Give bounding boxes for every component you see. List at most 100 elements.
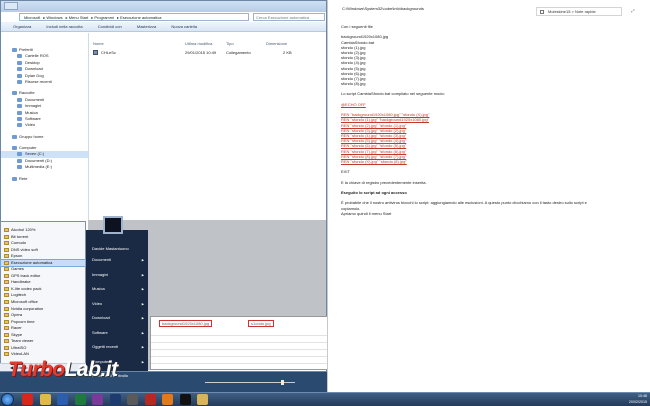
homegroup-icon: [12, 134, 17, 139]
address-bar[interactable]: Microsoft ▸ Windows ▸ Menu Start ▸ Programm…: [19, 13, 249, 21]
program-label: K-lite codec pack: [11, 285, 42, 291]
nav-label: Raccolte: [19, 90, 35, 96]
folder-icon: [4, 293, 9, 298]
user-name-link[interactable]: Davide Mastantuono: [86, 244, 148, 253]
address-segment[interactable]: Windows: [46, 15, 62, 20]
checkbox-icon: [540, 10, 544, 14]
share-button[interactable]: Condividi con: [98, 24, 122, 29]
organize-button[interactable]: Organizza: [13, 24, 31, 29]
nav-label: Seven (C:): [25, 151, 45, 157]
search-input[interactable]: Cerca Esecuzione automatica: [253, 13, 325, 21]
program-label: Bit torrent: [11, 233, 29, 239]
folder-icon: [17, 54, 22, 59]
program-label: Skype: [11, 331, 23, 337]
drive-icon: [17, 165, 22, 170]
folder-icon: [4, 339, 9, 344]
address-segment[interactable]: Microsoft: [24, 15, 40, 20]
clock-date: 20/02/2015: [629, 400, 647, 404]
file-row[interactable]: CHLeSc 29/01/2015 10:49 Collegamento 2 K…: [93, 50, 323, 56]
nav-label: Rete: [19, 175, 28, 181]
nav-label: Documenti (D:): [25, 157, 52, 163]
burn-button[interactable]: Masterizza: [137, 24, 156, 29]
expand-icon[interactable]: ⤢: [628, 7, 638, 16]
nav-label: Gruppo home: [19, 133, 44, 139]
zoom-knob[interactable]: [281, 380, 284, 385]
start-menu-link[interactable]: Immagini: [86, 268, 148, 283]
back-button[interactable]: [4, 2, 18, 10]
spreadsheet-cell[interactable]: s1ondo.jpg: [248, 320, 274, 327]
start-menu-link[interactable]: Musica: [86, 282, 148, 297]
nav-label: Preferiti: [19, 47, 33, 52]
program-label: Opera: [11, 312, 23, 318]
program-label: Racer: [11, 325, 22, 331]
onenote-icon[interactable]: [92, 394, 103, 405]
drive-icon: [17, 158, 22, 163]
nav-label: Desktop: [25, 59, 40, 65]
cmd-icon[interactable]: [179, 394, 191, 405]
media-icon[interactable]: [127, 394, 138, 405]
start-menu-link[interactable]: Video: [86, 297, 148, 312]
program-label: Nvidia corporation: [11, 305, 44, 311]
nav-label: Software: [25, 115, 41, 121]
filezilla-icon[interactable]: [144, 394, 156, 405]
start-menu-link[interactable]: Download: [86, 311, 148, 326]
program-label: GPS track editor: [11, 272, 41, 278]
nav-homegroup[interactable]: Gruppo home: [1, 134, 88, 140]
pictures-icon: [17, 104, 22, 109]
excel-icon[interactable]: [74, 394, 86, 405]
notebook-selector[interactable]: Moleskine15 > Note rapide: [536, 7, 622, 16]
folder-icon: [17, 73, 22, 78]
folder-icon[interactable]: [197, 394, 208, 405]
nav-item[interactable]: Video: [1, 122, 88, 128]
spreadsheet-window: background1920x1080.jpg s1ondo.jpg: [150, 316, 328, 370]
zoom-slider[interactable]: [195, 380, 310, 385]
address-segment[interactable]: Esecuzione automatica: [120, 15, 161, 20]
watermark-logo: TurboLab.it: [8, 358, 118, 381]
firefox-icon[interactable]: [162, 394, 173, 405]
include-library-button[interactable]: Includi nella raccolta: [46, 24, 82, 29]
start-orb-icon[interactable]: [1, 393, 14, 406]
program-label: Comodo: [11, 240, 27, 246]
file-size: 2 KB: [283, 50, 292, 55]
start-menu-link[interactable]: Oggetti recenti: [86, 340, 148, 355]
nav-label: Documenti: [25, 96, 45, 102]
folder-icon: [4, 254, 9, 259]
nav-label: Video: [25, 122, 36, 128]
program-item[interactable]: VideoLAN: [1, 351, 85, 358]
nav-label: Musica: [25, 109, 38, 115]
column-name[interactable]: Nome: [93, 41, 104, 46]
folder-icon: [4, 234, 9, 239]
folder-icon: [4, 228, 9, 232]
start-menu-link[interactable]: Software: [86, 326, 148, 341]
column-type[interactable]: Tipo: [226, 41, 234, 46]
nav-item[interactable]: Risorse recenti: [1, 79, 88, 85]
navigation-pane: Preferiti Cartelle ROS Desktop Download …: [1, 33, 89, 221]
folder-icon: [4, 241, 9, 246]
documents-icon: [17, 97, 22, 102]
program-label: UltraISO: [11, 344, 27, 350]
start-menu-link[interactable]: Documenti: [86, 253, 148, 268]
spreadsheet-cell[interactable]: background1920x1080.jpg: [159, 320, 213, 327]
note-line: Apriamo quindi il menu Start: [341, 210, 392, 216]
nav-label: Immagini: [25, 103, 42, 109]
computer-icon: [12, 146, 17, 151]
nav-network[interactable]: Rete: [1, 176, 88, 182]
new-folder-button[interactable]: Nuova cartella: [171, 24, 197, 29]
folder-icon: [4, 319, 9, 324]
note-body[interactable]: Con i seguenti file background1920x1080.j…: [341, 24, 641, 216]
photoshop-icon[interactable]: [109, 394, 121, 405]
column-modified[interactable]: Ultima modifica: [185, 41, 212, 46]
drive-icon: [17, 152, 22, 157]
column-size[interactable]: Dimensione: [266, 41, 287, 46]
explorer-icon[interactable]: [39, 394, 51, 405]
address-segment[interactable]: Menu Start: [69, 15, 89, 20]
opera-icon[interactable]: [22, 394, 33, 405]
word-icon[interactable]: [57, 394, 68, 405]
explorer-toolbar: Organizza Includi nella raccolta Condivi…: [1, 22, 326, 32]
address-segment[interactable]: Programmi: [94, 15, 114, 20]
software-icon: [17, 116, 22, 121]
nav-item[interactable]: Multimedia (E:): [1, 164, 88, 170]
user-avatar[interactable]: [103, 216, 123, 234]
folder-icon: [4, 247, 9, 252]
system-tray[interactable]: 10:48 20/02/2015: [592, 393, 650, 406]
